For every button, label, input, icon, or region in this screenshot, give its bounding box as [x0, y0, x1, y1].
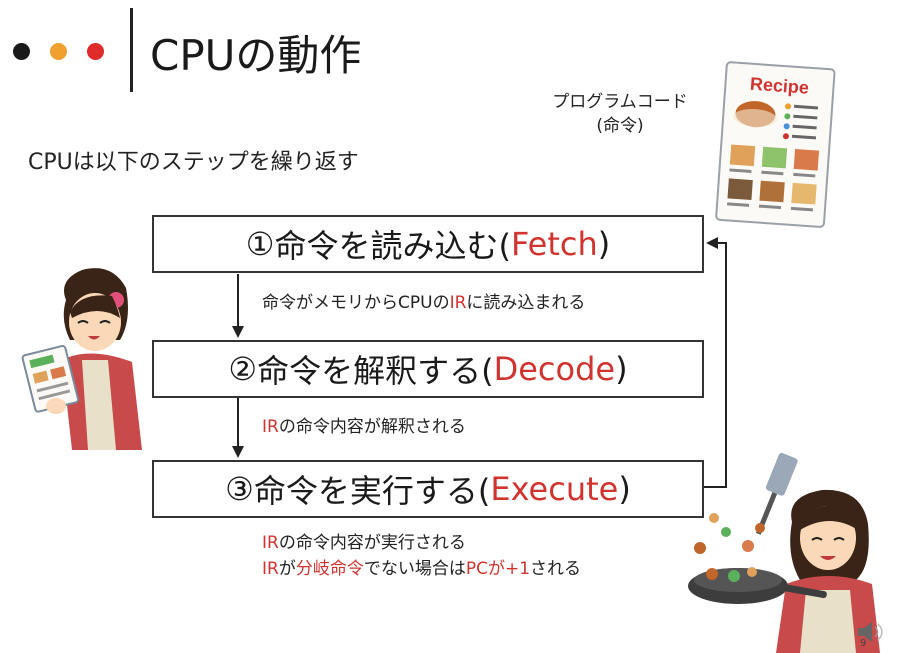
step-fetch-keyword: Fetch	[510, 225, 598, 263]
step-execute-box: ③ 命令を実行する(Execute)	[152, 460, 704, 518]
loop-back-arrow-head	[706, 237, 718, 249]
step-decode-box: ② 命令を解釈する(Decode)	[152, 340, 704, 398]
recipe-card-icon: Recipe	[715, 61, 836, 228]
execute-desc2-mid1: が	[278, 559, 296, 579]
step-decode-keyword: Decode	[493, 350, 616, 388]
step-execute-close: )	[618, 470, 631, 508]
execute-desc2-mid2: でない場合は	[363, 559, 466, 579]
fetch-desc-ir: IR	[449, 293, 467, 313]
execute-desc2-post: される	[530, 559, 582, 579]
loop-back-arrow	[704, 242, 727, 488]
chef-cooking-illustration	[688, 452, 880, 653]
execute-desc1-ir: IR	[262, 533, 279, 553]
woman-reading-illustration	[21, 268, 142, 450]
step-fetch-text: 命令を読み込む(	[274, 227, 511, 265]
execute-desc2-pc: PCが+1	[465, 559, 531, 579]
decode-desc-ir: IR	[262, 417, 279, 437]
step-decode-close: )	[615, 350, 628, 388]
fetch-description: 命令がメモリからCPUのIRに読み込まれる	[262, 288, 585, 313]
step-execute-text: 命令を実行する(	[253, 472, 491, 510]
page-number: 9	[860, 638, 867, 649]
execute-desc2-ir: IR	[262, 559, 279, 579]
arrow-head-execute	[232, 446, 244, 458]
recipe-title: Recipe	[749, 74, 809, 98]
arrow-head-decode	[232, 326, 244, 338]
execute-description-line2: IRが分岐命令でない場合はPCが+1される	[262, 554, 581, 579]
execute-desc2-branch: 分岐命令	[295, 559, 364, 579]
step-decode-number: ②	[228, 350, 258, 388]
fetch-desc-pre: 命令がメモリからCPUの	[262, 293, 450, 313]
execute-description-line1: IRの命令内容が実行される	[262, 528, 466, 553]
step-fetch-close: )	[597, 225, 611, 263]
step-execute-keyword: Execute	[490, 470, 619, 508]
fetch-desc-post: に読み込まれる	[466, 293, 586, 313]
step-decode-text: 命令を解釈する(	[257, 352, 494, 390]
execute-desc1-post: の命令内容が実行される	[278, 533, 466, 553]
decode-desc-post: の命令内容が解釈される	[278, 417, 466, 437]
step-fetch-number: ①	[245, 225, 275, 263]
step-fetch-box: ① 命令を読み込む(Fetch)	[152, 215, 704, 273]
decode-description: IRの命令内容が解釈される	[262, 412, 466, 437]
step-execute-number: ③	[225, 470, 254, 508]
